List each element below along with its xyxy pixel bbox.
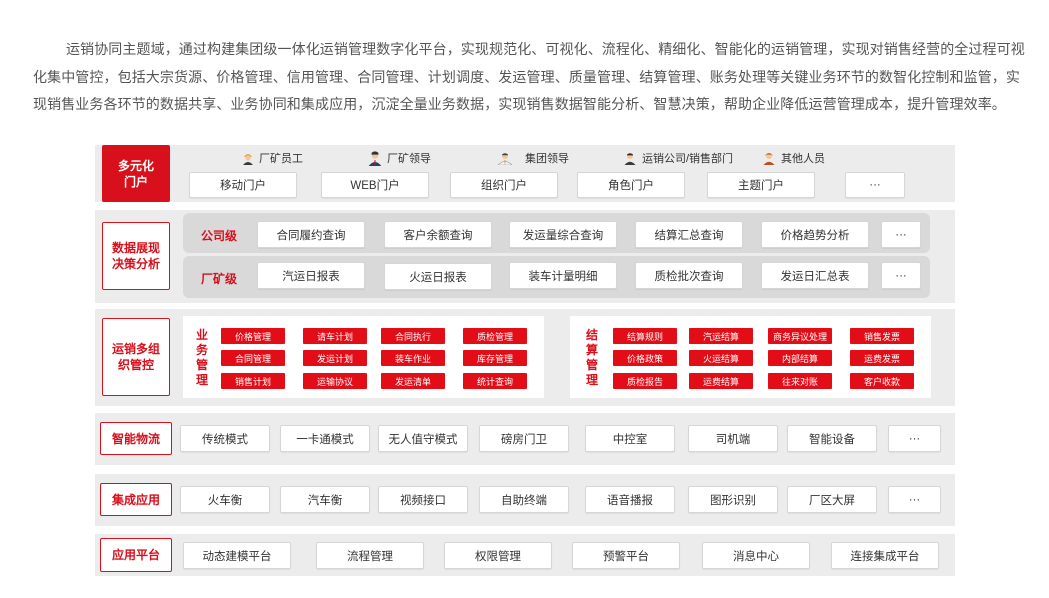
settlement-item[interactable]: 客户收款 [850, 373, 914, 389]
org-label: 运销多组织管控 [102, 318, 170, 396]
logistics-item[interactable]: 智能设备 [787, 425, 877, 452]
persona-sales-dept: 运销公司/销售部门 [622, 150, 733, 166]
settlement-item[interactable]: 销售发票 [850, 328, 914, 344]
settlement-item[interactable]: 结算规则 [613, 328, 677, 344]
logistics-item[interactable]: 无人值守模式 [378, 425, 468, 452]
analytics-label: 数据展现决策分析 [102, 222, 170, 290]
integration-item[interactable]: 自助终端 [479, 486, 569, 513]
business-item[interactable]: 质检管理 [463, 328, 527, 344]
company-level-label: 公司级 [201, 229, 238, 243]
company-item-1[interactable]: 合同履约查询 [257, 221, 365, 248]
logistics-label: 智能物流 [100, 422, 172, 455]
company-item-4[interactable]: 结算汇总查询 [635, 221, 743, 248]
business-item[interactable]: 销售计划 [221, 373, 285, 389]
business-item[interactable]: 发运计划 [303, 350, 367, 366]
settlement-item[interactable]: 质检报告 [613, 373, 677, 389]
integration-item[interactable]: 汽车衡 [280, 486, 370, 513]
settlement-item[interactable]: 内部结算 [768, 350, 832, 366]
platform-item[interactable]: 权限管理 [444, 542, 552, 569]
leader-icon [497, 153, 513, 165]
persona-mine-staff: 厂矿员工 [241, 150, 303, 166]
portal-org[interactable]: 组织门户 [450, 172, 558, 198]
integration-item[interactable]: 语音播报 [585, 486, 675, 513]
company-item-5[interactable]: 价格趋势分析 [761, 221, 869, 248]
mine-item-5[interactable]: 发运日汇总表 [761, 262, 869, 289]
mine-level-label: 厂矿级 [201, 272, 238, 286]
portal-web[interactable]: WEB门户 [321, 172, 429, 198]
portal-label: 多元化门户 [102, 145, 170, 202]
mine-item-1[interactable]: 汽运日报表 [257, 262, 365, 289]
integration-item[interactable]: 火车衡 [180, 486, 270, 513]
settlement-item[interactable]: 运费结算 [689, 373, 753, 389]
staff-icon [624, 153, 636, 165]
persona-others: 其他人员 [761, 150, 825, 166]
company-item-3[interactable]: 发运量综合查询 [509, 221, 617, 248]
platform-label: 应用平台 [100, 538, 172, 572]
portal-mobile[interactable]: 移动门户 [189, 172, 297, 198]
settlement-item[interactable]: 商务异议处理 [768, 328, 832, 344]
business-item[interactable]: 统计查询 [463, 373, 527, 389]
settlement-item[interactable]: 往来对账 [768, 373, 832, 389]
business-item[interactable]: 发运清单 [381, 373, 445, 389]
person-icon [763, 153, 775, 165]
intro-paragraph: 运销协同主题域，通过构建集团级一体化运销管理数字化平台，实现规范化、可视化、流程… [33, 41, 1025, 112]
business-item[interactable]: 装车作业 [381, 350, 445, 366]
persona-group-leader: 集团领导 [495, 150, 569, 166]
mine-item-more[interactable]: ··· [881, 262, 921, 289]
integration-item[interactable]: 视频接口 [378, 486, 468, 513]
settlement-title: 结算管理 [585, 328, 598, 387]
logistics-item[interactable]: 传统模式 [180, 425, 270, 452]
worker-icon [243, 154, 253, 165]
platform-item[interactable]: 流程管理 [316, 542, 424, 569]
persona-mine-leader: 厂矿领导 [367, 150, 431, 166]
settlement-item[interactable]: 火运结算 [689, 350, 753, 366]
integration-item[interactable]: 厂区大屏 [787, 486, 877, 513]
mine-item-3[interactable]: 装车计量明细 [509, 262, 617, 289]
manager-icon [368, 151, 382, 166]
settlement-item[interactable]: 价格政策 [613, 350, 677, 366]
mine-item-4[interactable]: 质检批次查询 [635, 262, 743, 289]
portal-more[interactable]: ··· [845, 172, 905, 198]
business-item[interactable]: 合同管理 [221, 350, 285, 366]
business-item[interactable]: 库存管理 [463, 350, 527, 366]
company-item-more[interactable]: ··· [881, 221, 921, 248]
portal-topic[interactable]: 主题门户 [707, 172, 815, 198]
platform-item[interactable]: 预警平台 [572, 542, 680, 569]
business-item[interactable]: 价格管理 [221, 328, 285, 344]
settlement-item[interactable]: 汽运结算 [689, 328, 753, 344]
integration-item-more[interactable]: ··· [888, 486, 941, 513]
logistics-item[interactable]: 司机端 [688, 425, 778, 452]
platform-item[interactable]: 动态建模平台 [183, 542, 291, 569]
company-item-2[interactable]: 客户余额查询 [384, 221, 492, 248]
mine-item-2[interactable]: 火运日报表 [384, 263, 492, 290]
platform-item[interactable]: 连接集成平台 [831, 542, 939, 569]
logistics-item[interactable]: 磅房门卫 [479, 425, 569, 452]
integration-item[interactable]: 图形识别 [688, 486, 778, 513]
integration-label: 集成应用 [100, 483, 172, 516]
logistics-item[interactable]: 一卡通模式 [280, 425, 370, 452]
business-item[interactable]: 运输协议 [303, 373, 367, 389]
logistics-item[interactable]: 中控室 [585, 425, 675, 452]
platform-item[interactable]: 消息中心 [702, 542, 810, 569]
logistics-item-more[interactable]: ··· [888, 425, 941, 452]
portal-role[interactable]: 角色门户 [577, 172, 685, 198]
business-item[interactable]: 请车计划 [303, 328, 367, 344]
business-title: 业务管理 [195, 328, 208, 387]
business-item[interactable]: 合同执行 [381, 328, 445, 344]
settlement-item[interactable]: 运费发票 [850, 350, 914, 366]
